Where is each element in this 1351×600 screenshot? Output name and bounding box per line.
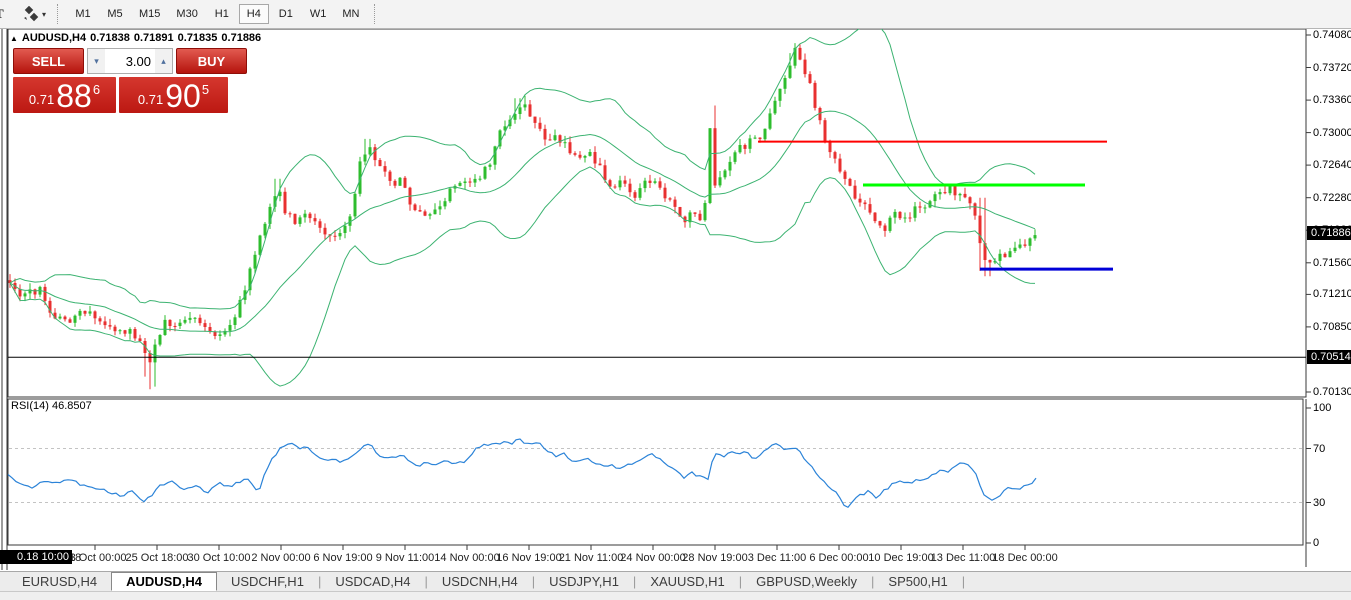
rsi-line [7, 438, 1037, 509]
tf-button-h4[interactable]: H4 [238, 4, 269, 24]
tab-xauusd[interactable]: XAUUSD,H1 [636, 572, 738, 591]
volume-input[interactable] [105, 49, 155, 73]
price-axis-label: 0.73360 [1313, 94, 1351, 106]
tab-gbpusd[interactable]: GBPUSD,Weekly [742, 572, 871, 591]
ohlc-close: 0.71886 [221, 32, 262, 44]
rsi-axis-label: 30 [1313, 497, 1326, 509]
bid-price-prefix: 0.71 [28, 92, 55, 107]
price-axis-label: 0.73720 [1313, 62, 1351, 74]
time-axis-label: 2 Nov 00:00 [251, 552, 311, 564]
tf-button-w1[interactable]: W1 [303, 4, 334, 24]
one-click-trading-panel: SELL ▾ ▴ BUY 0.71 88 6 0.71 90 5 [13, 48, 247, 113]
tab-usdchf[interactable]: USDCHF,H1 [217, 572, 318, 591]
time-axis-label: 13 Dec 11:00 [930, 552, 996, 564]
rsi-axis-label: 0 [1313, 537, 1320, 549]
price-axis-label: 0.70130 [1313, 386, 1351, 398]
price-axis-label: 0.71210 [1313, 288, 1351, 300]
chart-shift-tool-icon[interactable]: ▾ [18, 3, 50, 25]
bid-price-pip: 6 [92, 82, 101, 97]
toolbar-separator [374, 4, 377, 24]
volume-spinner: ▾ ▴ [87, 48, 173, 74]
ohlc-low: 0.71835 [177, 32, 218, 44]
price-axis-label: 0.72640 [1313, 159, 1351, 171]
time-axis-label: 6 Dec 00:00 [809, 552, 869, 564]
tab-sp500[interactable]: SP500,H1 [874, 572, 961, 591]
tf-button-m15[interactable]: M15 [132, 4, 167, 24]
current-price-badge: 0.71886 [1307, 226, 1351, 240]
volume-increase-button[interactable]: ▴ [155, 49, 172, 73]
rsi-indicator-label: RSI(14) 46.8507 [11, 400, 92, 412]
time-axis-label: 23 Oct 00:00 [63, 552, 127, 564]
time-axis-label: 9 Nov 11:00 [375, 552, 435, 564]
time-axis-label: 18 Dec 00:00 [992, 552, 1058, 564]
bid-price-button[interactable]: 0.71 88 6 [13, 77, 116, 113]
text-tool-icon[interactable]: T [0, 3, 12, 25]
tf-button-m1[interactable]: M1 [68, 4, 98, 24]
tf-button-m30[interactable]: M30 [169, 4, 204, 24]
tf-button-d1[interactable]: D1 [271, 4, 301, 24]
time-axis-label: 30 Oct 10:00 [187, 552, 251, 564]
tab-eurusd[interactable]: EURUSD,H4 [8, 572, 111, 591]
tab-usdcnh[interactable]: USDCNH,H4 [428, 572, 532, 591]
tf-button-mn[interactable]: MN [335, 4, 366, 24]
price-axis-label: 0.70850 [1313, 321, 1351, 333]
time-cursor-badge: 0.18 10:00 [0, 550, 72, 564]
mt4-window: { "icons": { "collapse_triangle": "▲", "… [0, 0, 1351, 600]
tab-usdcad[interactable]: USDCAD,H4 [321, 572, 424, 591]
time-axis-label: 28 Nov 19:00 [682, 552, 748, 564]
ohlc-high: 0.71891 [133, 32, 174, 44]
sell-button[interactable]: SELL [13, 48, 84, 74]
tab-audusd[interactable]: AUDUSD,H4 [111, 572, 217, 591]
chart-tab-bar: EURUSD,H4 AUDUSD,H4 USDCHF,H1 | USDCAD,H4 | US… [0, 571, 1351, 591]
ask-price-button[interactable]: 0.71 90 5 [119, 77, 228, 113]
tf-button-m5[interactable]: M5 [100, 4, 130, 24]
tab-separator: | [961, 574, 966, 589]
timeframe-toolbar: M1 M5 M15 M30 H1 H4 D1 W1 MN [67, 4, 367, 24]
time-axis-label: 6 Nov 19:00 [313, 552, 373, 564]
ask-price-prefix: 0.71 [137, 92, 164, 107]
price-axis-label: 0.74080 [1313, 29, 1351, 41]
time-axis-label: 14 Nov 00:00 [434, 552, 500, 564]
symbol-timeframe-label: AUDUSD,H4 [21, 32, 87, 44]
time-axis-label: 24 Nov 00:00 [620, 552, 686, 564]
top-toolbar: T ▾ M1M5M15M30H1H4D1W1MN [0, 0, 1351, 29]
time-axis-label: 16 Nov 19:00 [496, 552, 562, 564]
tab-usdjpy[interactable]: USDJPY,H1 [535, 572, 633, 591]
time-axis-label: 21 Nov 11:00 [558, 552, 624, 564]
time-axis-label: 3 Dec 11:00 [747, 552, 807, 564]
rsi-pane-border [7, 398, 1304, 546]
collapse-panel-icon[interactable]: ▲ [10, 34, 18, 43]
time-axis-label: 10 Dec 19:00 [868, 552, 934, 564]
chart-ohlc-title: ▲ AUDUSD,H4 0.71838 0.71891 0.71835 0.71886 [10, 32, 265, 44]
chevron-down-icon: ▾ [42, 9, 47, 19]
double-diamond-icon [24, 6, 39, 22]
time-axis-label: 25 Oct 18:00 [125, 552, 189, 564]
hline-price-badge: 0.70514 [1307, 350, 1351, 364]
bid-price-big: 88 [56, 78, 92, 114]
price-axis-label: 0.73000 [1313, 127, 1351, 139]
buy-button[interactable]: BUY [176, 48, 247, 74]
toolbar-separator [57, 4, 60, 24]
ask-price-pip: 5 [201, 82, 210, 97]
price-axis-label: 0.71560 [1313, 257, 1351, 269]
price-axis-label: 0.72280 [1313, 192, 1351, 204]
rsi-axis-label: 70 [1313, 443, 1326, 455]
tf-button-h1[interactable]: H1 [207, 4, 237, 24]
ask-price-big: 90 [165, 78, 201, 114]
rsi-axis-label: 100 [1313, 402, 1332, 414]
bollinger-lower [9, 166, 1036, 387]
ohlc-open: 0.71838 [90, 32, 130, 44]
volume-decrease-button[interactable]: ▾ [88, 49, 105, 73]
